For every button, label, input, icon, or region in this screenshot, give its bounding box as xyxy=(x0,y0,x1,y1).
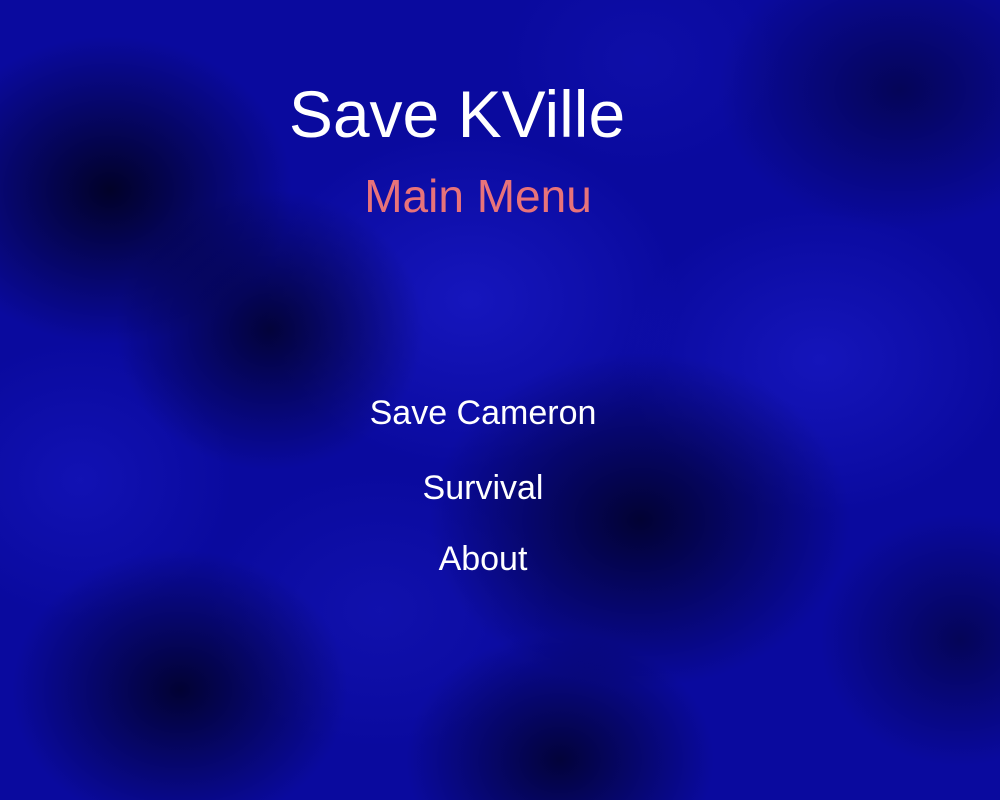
game-title: Save KVille xyxy=(288,77,626,151)
menu-item-about[interactable]: About xyxy=(0,538,966,580)
menu-item-survival[interactable]: Survival xyxy=(0,467,966,509)
menu-item-label: Save Cameron xyxy=(369,394,597,432)
menu-heading: Main Menu xyxy=(364,170,592,222)
menu-item-label: About xyxy=(438,540,528,578)
menu-item-save-cameron[interactable]: Save Cameron xyxy=(0,392,966,434)
menu-item-label: Survival xyxy=(422,469,544,507)
